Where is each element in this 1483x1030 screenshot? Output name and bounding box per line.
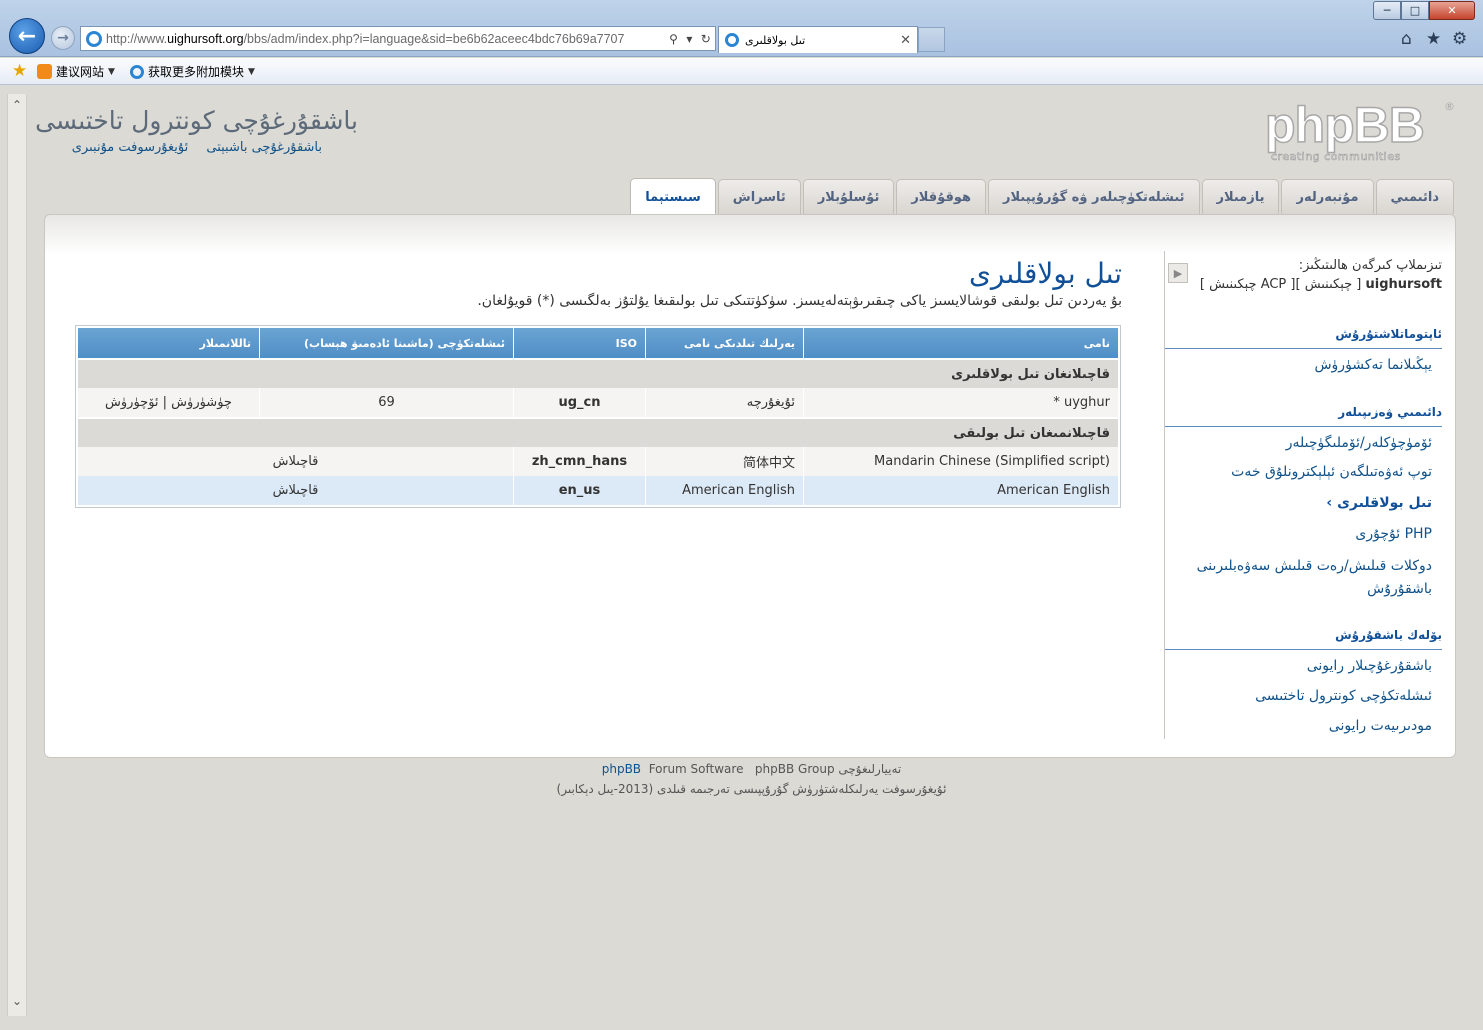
ie-page-icon <box>86 30 102 47</box>
acp-index-link[interactable]: باشقۇرغۇچى باشبېتى <box>206 140 322 155</box>
maximize-button[interactable]: □ <box>1401 1 1429 20</box>
logout-links[interactable]: [ چېكىنىش ][ ACP چېكىنىش ] <box>1200 277 1362 292</box>
home-icon[interactable]: ⌂ <box>1401 29 1412 49</box>
gear-icon[interactable]: ⚙ <box>1452 29 1467 49</box>
table-row: Mandarin Chinese (Simplified script) 简体中… <box>78 447 1118 476</box>
lang-actions[interactable]: چۈشۈرۈش | ئۆچۈرۈش <box>78 388 259 417</box>
installed-section-label: قاچىلانغان تىل بولاقلىرى <box>78 360 1118 388</box>
uninstalled-section-label: قاچىلانمىغان تىل بولىقى <box>78 419 1118 447</box>
sidebar-section-automation: ئاپتوماتلاشتۇرۇش <box>1165 327 1442 349</box>
lang-name: Mandarin Chinese (Simplified script) <box>803 447 1118 476</box>
lang-local-name: 简体中文 <box>645 447 803 476</box>
sidebar-item-version-check[interactable]: يېڭىلانما تەكشۈرۈش <box>1314 357 1432 373</box>
chevron-down-icon: ▼ <box>108 66 115 77</box>
current-marker-icon: › <box>1326 495 1333 511</box>
collapse-menu-icon[interactable]: ▶ <box>1168 263 1188 283</box>
minimize-button[interactable]: ─ <box>1373 1 1401 20</box>
sidebar-item-acp-modules[interactable]: باشقۇرغۇچىلار رايونى <box>1307 658 1432 674</box>
sidebar-section-general-tasks: دائىمىي ۋەزىپىلەر <box>1165 405 1442 427</box>
lang-name: American English <box>803 476 1118 505</box>
refresh-icon[interactable]: ↻ <box>701 32 711 46</box>
suggested-sites-link[interactable]: 建议网站 ▼ <box>37 63 115 80</box>
sidebar-menu: ▶ تىزىملاپ كىرگەن ھالىتىڭىز: uighursoft … <box>1164 251 1442 739</box>
board-index-link[interactable]: ئۇيغۇرسوفت مۇنبىرى <box>72 140 188 155</box>
get-addons-link[interactable]: 获取更多附加模块 ▼ <box>130 63 255 80</box>
col-users: ئىشلەتكۈچى (ماشىنا ئادەمىۋ ھېساب) <box>259 328 513 358</box>
tab-users-groups[interactable]: ئىشلەتكۈچىلەر ۋە گۇرۇپپىلار <box>988 179 1200 214</box>
sidebar-section-module-management: بۆلەك باشقۇرۇش <box>1165 628 1442 650</box>
footer-powered: phpBB Forum Software phpBB Group تەييارل… <box>601 762 902 776</box>
favorites-star-icon[interactable]: ★ <box>1426 29 1441 49</box>
chevron-down-icon: ▼ <box>248 66 255 77</box>
col-name: نامى <box>803 328 1118 358</box>
dropdown-icon[interactable]: ▾ <box>686 32 692 46</box>
table-row: uyghur * ئۇيغۇرچە ug_cn 69 چۈشۈرۈش | ئۆچ… <box>78 388 1118 417</box>
install-link[interactable]: قاچىلاش <box>78 447 513 476</box>
page-description: بۇ يەردىن تىل بولىقى قوشالايسىز ياكى چىق… <box>477 293 1122 309</box>
site-links: باشقۇرغۇچى باشبېتى ئۇيغۇرسوفت مۇنبىرى <box>58 140 322 155</box>
lang-local-name: American English <box>645 476 803 505</box>
col-iso: ISO <box>513 328 645 358</box>
tab-maintenance[interactable]: ئاسراش <box>717 179 801 214</box>
table-row: American English American English en_us … <box>78 476 1118 505</box>
phpbb-link[interactable]: phpBB <box>602 762 641 776</box>
scroll-down-icon[interactable]: ⌄ <box>8 994 26 1012</box>
back-button[interactable]: ← <box>9 18 45 54</box>
sidebar-item-spiders[interactable]: ئۆمۈچۈكلەر/ئۆملىگۈچىلەر <box>1286 435 1432 451</box>
language-packs-table: نامى يەرلىك تىلدىكى نامى ISO ئىشلەتكۈچى … <box>75 325 1121 508</box>
col-local-name: يەرلىك تىلدىكى نامى <box>645 328 803 358</box>
sidebar-item-mcp-modules[interactable]: مودىرىيەت رايونى <box>1329 718 1432 734</box>
close-window-button[interactable]: ✕ <box>1429 1 1475 20</box>
vertical-scrollbar[interactable]: ⌃ ⌄ <box>7 94 27 1016</box>
sidebar-item-language-packs[interactable]: تىل بولاقلىرى › <box>1326 495 1432 511</box>
tab-styles[interactable]: ئۇسلۇبلار <box>802 179 895 214</box>
favorites-bar: ★ 建议网站 ▼ 获取更多附加模块 ▼ <box>0 58 1483 85</box>
page-title: تىل بولاقلىرى <box>968 257 1122 290</box>
footer-translation: ئۇيغۇرسوفت يەرلىكلەشتۈرۈش گۇرۇپپىسى تەرج… <box>556 782 947 796</box>
tab-title: تىل بولاقلىرى <box>745 33 806 47</box>
tab-system[interactable]: سىستېما <box>630 178 716 215</box>
lang-iso: en_us <box>513 476 645 505</box>
url-text[interactable]: http://www.uighursoft.org/bbs/adm/index.… <box>106 32 665 46</box>
lang-iso: zh_cmn_hans <box>513 447 645 476</box>
lang-local-name: ئۇيغۇرچە <box>645 388 803 417</box>
forward-button[interactable]: → <box>51 26 75 50</box>
new-tab-button[interactable] <box>918 27 945 52</box>
tab-posting[interactable]: يازمىلار <box>1201 179 1280 214</box>
ie-addons-icon <box>130 64 144 79</box>
browser-tab[interactable]: تىل بولاقلىرى ✕ <box>718 26 918 53</box>
acp-tabs: دائىمىي مۇنبەرلەر يازمىلار ئىشلەتكۈچىلەر… <box>630 178 1454 215</box>
sidebar-item-ucp-modules[interactable]: ئىشلەتكۈچى كونترول تاختىسى <box>1255 688 1432 704</box>
lang-name: uyghur * <box>803 388 1118 417</box>
page: باشقۇرغۇچى كونترول تاختىسى باشقۇرغۇچى با… <box>28 86 1475 1016</box>
sidebar-item-mass-email[interactable]: توپ ئەۋەتىلگەن ئېلېكترونلۇق خەت <box>1231 464 1432 480</box>
tab-general[interactable]: دائىمىي <box>1375 179 1454 214</box>
arrow-left-icon: ← <box>17 23 37 49</box>
suggested-sites-icon <box>37 64 52 79</box>
logged-in-user: uighursoft [ چېكىنىش ][ ACP چېكىنىش ] <box>1200 277 1442 292</box>
ie-tab-icon <box>725 33 739 47</box>
install-link[interactable]: قاچىلاش <box>78 476 513 505</box>
tab-forums[interactable]: مۇنبەرلەر <box>1281 179 1374 214</box>
browser-toolbar: ← → http://www.uighursoft.org/bbs/adm/in… <box>0 0 1483 57</box>
username[interactable]: uighursoft <box>1366 277 1442 292</box>
tab-permissions[interactable]: ھوقۇقلار <box>896 179 987 214</box>
lang-users: 69 <box>259 388 513 417</box>
main-panel: تىل بولاقلىرى بۇ يەردىن تىل بولىقى قوشال… <box>44 214 1456 758</box>
arrow-right-icon: → <box>57 30 69 46</box>
site-title: باشقۇرغۇچى كونترول تاختىسى <box>35 106 358 135</box>
close-tab-icon[interactable]: ✕ <box>900 33 911 48</box>
scroll-up-icon[interactable]: ⌃ <box>8 98 26 116</box>
lang-iso: ug_cn <box>513 388 645 417</box>
phpbb-logo[interactable]: phpBB ® creating communities <box>1264 99 1455 163</box>
search-icon[interactable]: ⚲ <box>669 32 678 46</box>
col-actions: تاللانمىلار <box>78 328 259 358</box>
favorites-add-icon[interactable]: ★ <box>12 61 27 81</box>
logged-in-label: تىزىملاپ كىرگەن ھالىتىڭىز: <box>1298 258 1442 273</box>
address-bar[interactable]: http://www.uighursoft.org/bbs/adm/index.… <box>80 26 716 51</box>
sidebar-item-php-info[interactable]: PHP ئۇچۇرى <box>1355 526 1432 542</box>
sidebar-item-report-reasons[interactable]: دوكلات قىلىش/رەت قىلىش سەۋەبلىرىنى باشقۇ… <box>1192 555 1432 601</box>
